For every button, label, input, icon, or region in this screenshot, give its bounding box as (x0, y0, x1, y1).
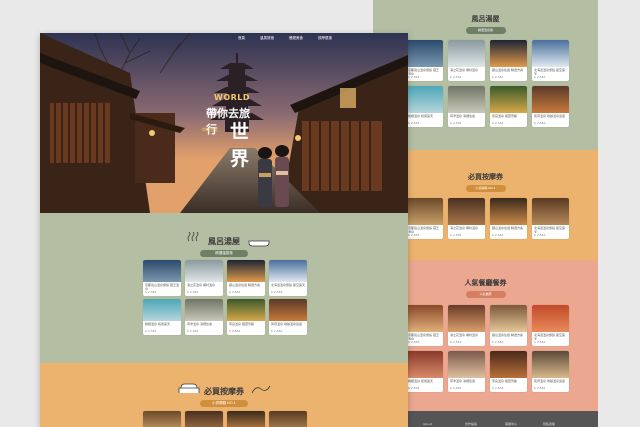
card[interactable]: 箱根溫泉 和風露天 $ 2,562 (406, 351, 443, 392)
card[interactable]: 京都嵐山溫泉旅館 蔵王溫泉 $ 2,562 (406, 198, 443, 239)
preview-page-front: 首頁 溫泉旅宿 餐廳美食 按摩優惠 WORLD 帶你去旅行 帶你去看 世界 風呂… (40, 33, 408, 427)
card[interactable]: 京都嵐山溫泉旅館 蔵王溫泉 $ 2,562 (143, 260, 181, 296)
footer-link[interactable]: About (423, 422, 432, 426)
massage-section: 必買按摩券 小資開箱 NO.1 (40, 363, 408, 427)
card[interactable]: 湯之花溫泉 鄉村溫泉 $ 2,562 (448, 198, 485, 239)
site-logo[interactable]: WORLD 帶你去旅行 帶你去看 世界 (200, 93, 260, 170)
nav-item-home[interactable]: 首頁 (238, 36, 245, 41)
logo-world-text: WORLD (214, 93, 251, 102)
footer-link[interactable]: 客服中心 (505, 422, 517, 426)
nav-item-onsen[interactable]: 溫泉旅宿 (260, 36, 274, 41)
card[interactable]: 別府溫泉 地獄溫泉巡遊 $ 2,562 (532, 86, 569, 127)
card[interactable]: 奈良溫泉 楓葉景觀 $ 2,562 (490, 351, 527, 392)
card[interactable] (185, 411, 223, 427)
card[interactable] (227, 411, 265, 427)
back-massage-title: 必買按摩券 (468, 173, 503, 181)
back-food-pill: 人氣推薦 (465, 291, 506, 298)
back-onsen-title: 風呂湯屋 (471, 15, 500, 23)
nav-item-food[interactable]: 餐廳美食 (289, 36, 303, 41)
card[interactable]: 草津溫泉 湯畑住宿 $ 2,562 (448, 351, 485, 392)
card[interactable]: 別府溫泉 地獄溫泉巡遊 $ 2,562 (269, 299, 307, 335)
onsen-title: 風呂湯屋 (208, 237, 240, 246)
card[interactable]: 北海道溫泉旅館 星空露天 $ 2,562 (269, 260, 307, 296)
footer-link[interactable]: 隱私政策 (543, 422, 555, 426)
back-massage-pill: 小資開箱 NO.1 (465, 185, 506, 192)
card[interactable]: 湯之花溫泉 鄉村溫泉 $ 2,562 (448, 40, 485, 81)
footer-link[interactable]: 合作提案 (465, 422, 477, 426)
back-onsen-pill: 精選溫泉旅 (465, 27, 506, 34)
top-nav: 首頁 溫泉旅宿 餐廳美食 按摩優惠 (238, 36, 332, 41)
massage-pill: 小資開箱 NO.1 (200, 400, 248, 407)
card[interactable]: 湯之花溫泉 鄉村溫泉 $ 2,562 (185, 260, 223, 296)
card[interactable]: 北海道溫泉旅館 星空露天 $ 2,562 (532, 198, 569, 239)
bed-icon (178, 383, 200, 393)
logo-big-text: 世界 (230, 121, 250, 170)
card[interactable]: 箱根溫泉 和風露天 $ 2,562 (406, 86, 443, 127)
card[interactable]: 銀山溫泉住宿 精選方案 $ 2,562 (490, 305, 527, 346)
bathtub-icon (248, 240, 270, 247)
card[interactable]: 別府溫泉 地獄溫泉巡遊 $ 2,562 (532, 351, 569, 392)
card[interactable]: 銀山溫泉住宿 精選方案 $ 2,562 (490, 40, 527, 81)
back-food-title: 人氣餐廳餐券 (464, 279, 507, 287)
card[interactable] (143, 411, 181, 427)
card[interactable]: 奈良溫泉 楓葉景觀 $ 2,562 (490, 86, 527, 127)
card[interactable]: 草津溫泉 湯畑住宿 $ 2,562 (185, 299, 223, 335)
card[interactable]: 銀山溫泉住宿 精選方案 $ 2,562 (490, 198, 527, 239)
card[interactable]: 北海道溫泉旅館 星空露天 $ 2,562 (532, 40, 569, 81)
towel-icon (251, 385, 271, 394)
hero-banner: 首頁 溫泉旅宿 餐廳美食 按摩優惠 WORLD 帶你去旅行 帶你去看 世界 (40, 33, 408, 213)
nav-item-massage[interactable]: 按摩優惠 (318, 36, 332, 41)
card[interactable]: 京都嵐山溫泉旅館 蔵王溫泉 $ 2,562 (406, 40, 443, 81)
card[interactable]: 北海道溫泉旅館 星空露天 $ 2,562 (532, 305, 569, 346)
steam-icon (187, 232, 199, 242)
card[interactable]: 湯之花溫泉 鄉村溫泉 $ 2,562 (448, 305, 485, 346)
onsen-pill: 精選溫泉旅 (200, 250, 248, 257)
logo-sub-text: 帶你去看 (202, 127, 218, 132)
card[interactable]: 奈良溫泉 楓葉景觀 $ 2,562 (227, 299, 265, 335)
massage-title: 必買按摩券 (204, 387, 244, 396)
card[interactable]: 箱根溫泉 和風露天 $ 2,562 (143, 299, 181, 335)
card[interactable]: 草津溫泉 湯畑住宿 $ 2,562 (448, 86, 485, 127)
card[interactable] (269, 411, 307, 427)
card[interactable]: 銀山溫泉住宿 精選方案 $ 2,562 (227, 260, 265, 296)
card[interactable]: 京都嵐山溫泉旅館 蔵王溫泉 $ 2,562 (406, 305, 443, 346)
onsen-section: 風呂湯屋 精選溫泉旅 京都嵐山溫泉旅館 蔵王溫泉 $ 2,562 湯之花溫泉 鄉村… (40, 213, 408, 363)
